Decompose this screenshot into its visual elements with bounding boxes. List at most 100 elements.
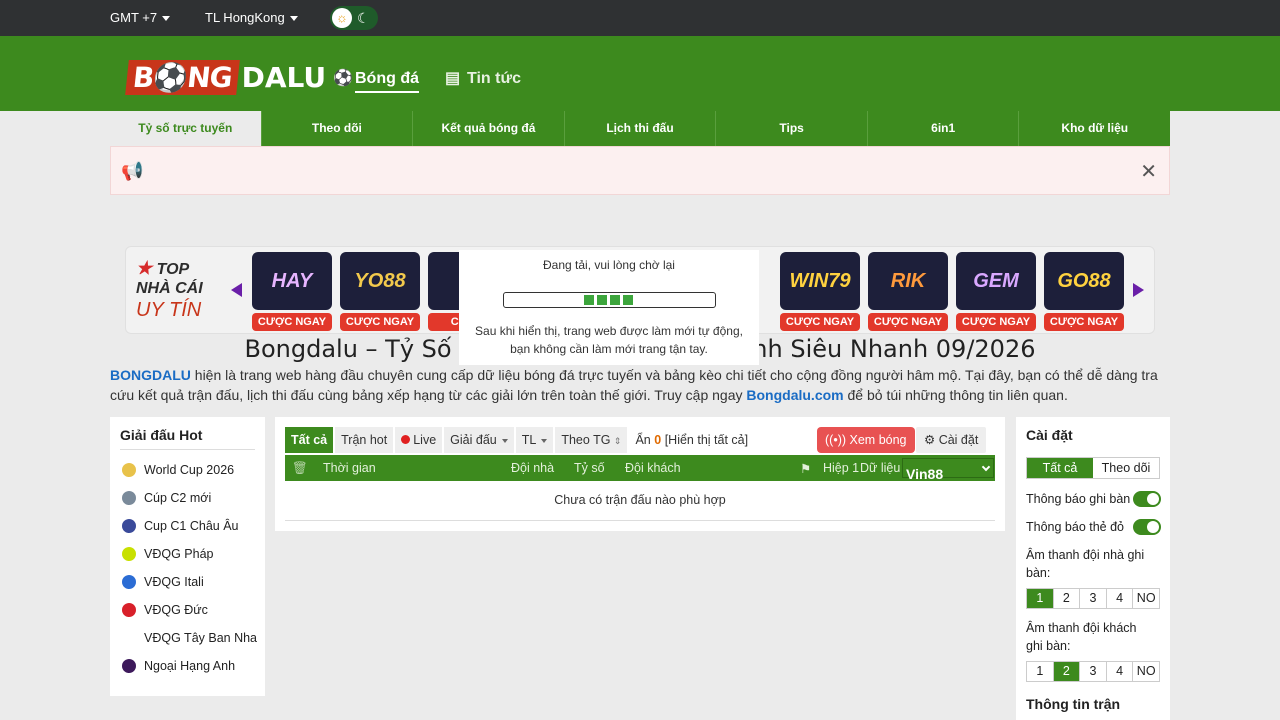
- menu-6in1[interactable]: 6in1: [867, 111, 1020, 146]
- league-item[interactable]: VĐQG Đức: [110, 596, 265, 624]
- table-header: 🗑 Thời gian Đội nhà Tỷ số Đội khách ⚑ Hi…: [285, 455, 995, 482]
- close-icon[interactable]: ✕: [1140, 159, 1157, 184]
- menu-data-store[interactable]: Kho dữ liệu: [1019, 111, 1171, 146]
- trash-icon[interactable]: 🗑: [292, 461, 308, 476]
- filter-sort[interactable]: Theo TG ⇕: [555, 427, 628, 453]
- main-menu: Tỷ số trực tuyến Theo dõi Kết quả bóng đ…: [110, 111, 1171, 146]
- theme-toggle[interactable]: ☼ ☾: [330, 6, 378, 30]
- soccer-ball-icon: ⚽: [333, 70, 353, 87]
- away-sound-option[interactable]: 3: [1080, 662, 1107, 681]
- scope-follow[interactable]: Theo dõi: [1093, 458, 1159, 478]
- league-logo-icon: [122, 547, 136, 561]
- away-sound-option[interactable]: NO: [1133, 662, 1159, 681]
- league-item[interactable]: VĐQG Pháp: [110, 540, 265, 568]
- league-name: VĐQG Tây Ban Nha: [144, 631, 258, 645]
- menu-live-scores[interactable]: Tỷ số trực tuyến: [110, 111, 262, 146]
- scope-all[interactable]: Tất cả: [1027, 458, 1093, 478]
- away-sound-option[interactable]: 4: [1107, 662, 1134, 681]
- menu-fixtures[interactable]: Lịch thi đấu: [564, 111, 717, 146]
- filter-live-label: Live: [413, 433, 437, 447]
- odds-format-label: TL HongKong: [205, 10, 285, 25]
- nav-football[interactable]: ⚽ Bóng đá: [333, 68, 419, 93]
- bookmaker-card[interactable]: RIK CƯỢC NGAY: [868, 252, 948, 331]
- card-notify-switch[interactable]: [1133, 519, 1161, 535]
- caret-down-icon: [501, 438, 508, 443]
- filter-all[interactable]: Tất cả: [285, 427, 334, 453]
- bookmaker-card[interactable]: HAY CƯỢC NGAY: [252, 252, 332, 331]
- menu-follow[interactable]: Theo dõi: [261, 111, 414, 146]
- loading-note-line2: bạn không cần làm mới trang tận tay.: [510, 342, 708, 356]
- league-name: VĐQG Itali: [144, 575, 204, 589]
- sort-icon: ⇕: [613, 436, 622, 446]
- bet-now-button[interactable]: CƯỢC NGAY: [252, 313, 332, 331]
- carousel-prev-arrow-icon[interactable]: [231, 283, 242, 297]
- site-link[interactable]: Bongdalu.com: [746, 387, 843, 403]
- bookmaker-logo: GO88: [1044, 252, 1124, 310]
- newspaper-icon: ▤: [445, 70, 461, 87]
- settings-scope-toggle: Tất cả Theo dõi: [1026, 457, 1160, 479]
- filter-tl[interactable]: TL: [515, 427, 554, 453]
- nav-news[interactable]: ▤ Tin tức: [445, 68, 521, 88]
- bookmaker-card[interactable]: GEM CƯỢC NGAY: [956, 252, 1036, 331]
- site-logo[interactable]: B⚽NG DALU: [125, 58, 326, 96]
- caret-down-icon: [289, 16, 298, 22]
- brand-link[interactable]: BONGDALU: [110, 367, 191, 383]
- away-sound-label: Âm thanh đội khách ghi bàn:: [1026, 621, 1137, 653]
- league-item[interactable]: Cup C1 Châu Âu: [110, 512, 265, 540]
- filter-live[interactable]: Live: [395, 427, 443, 453]
- bookmaker-select[interactable]: Vin88: [902, 458, 994, 482]
- bet-now-button[interactable]: CƯỢC NGAY: [340, 313, 420, 331]
- odds-format-select[interactable]: TL HongKong: [205, 10, 298, 25]
- logo-part-bong: B⚽NG: [125, 59, 240, 95]
- top-bookmakers-label: ★ TOP NHÀ CÁI UY TÍN: [136, 259, 226, 322]
- home-sound-option[interactable]: NO: [1133, 589, 1159, 608]
- filter-league[interactable]: Giải đấu: [444, 427, 514, 453]
- bet-now-button[interactable]: CƯỢC NGAY: [1044, 313, 1124, 331]
- progress-segment: [609, 295, 620, 305]
- goal-notify-switch[interactable]: [1133, 491, 1161, 507]
- league-name: Ngoại Hạng Anh: [144, 659, 236, 673]
- home-sound-option[interactable]: 3: [1080, 589, 1107, 608]
- home-sound-option[interactable]: 2: [1054, 589, 1081, 608]
- filter-hot[interactable]: Trận hot: [335, 427, 394, 453]
- league-name: Cúp C2 mới: [144, 491, 212, 505]
- card-notify-label: Thông báo thẻ đỏ: [1026, 520, 1124, 534]
- flag-icon: ⚑: [800, 462, 812, 476]
- menu-tips[interactable]: Tips: [716, 111, 868, 146]
- sun-icon: ☼: [332, 8, 352, 28]
- goal-notify-label: Thông báo ghi bàn: [1026, 492, 1131, 506]
- gear-icon: ⚙: [924, 433, 936, 447]
- away-sound-option[interactable]: 2: [1053, 662, 1081, 681]
- league-item[interactable]: Ngoại Hạng Anh: [110, 652, 265, 680]
- away-sound-option[interactable]: 1: [1027, 662, 1054, 681]
- league-item[interactable]: Cúp C2 mới: [110, 484, 265, 512]
- bet-now-button[interactable]: CƯỢC NGAY: [868, 313, 948, 331]
- league-name: Cup C1 Châu Âu: [144, 519, 239, 533]
- loading-progress-bar: [502, 292, 716, 308]
- league-item[interactable]: VĐQG Tây Ban Nha: [110, 624, 265, 652]
- menu-results[interactable]: Kết quả bóng đá: [413, 111, 565, 146]
- bookmaker-card[interactable]: YO88 CƯỢC NGAY: [340, 252, 420, 331]
- star-icon: ★: [136, 258, 153, 278]
- divider: [285, 520, 995, 521]
- watch-button[interactable]: ((•)) Xem bóng: [817, 427, 915, 453]
- bookmaker-card[interactable]: GO88 CƯỢC NGAY: [1044, 252, 1124, 331]
- top-label-line2: NHÀ CÁI: [136, 280, 203, 297]
- top-bar: GMT +7 TL HongKong ☼ ☾: [0, 0, 1280, 36]
- settings-title: Cài đặt: [1026, 427, 1073, 443]
- home-sound-option[interactable]: 1: [1027, 589, 1054, 608]
- show-all-link[interactable]: [Hiển thị tất cả]: [665, 433, 748, 447]
- league-name: World Cup 2026: [144, 463, 235, 477]
- league-item[interactable]: World Cup 2026: [110, 456, 265, 484]
- league-logo-icon: [122, 463, 136, 477]
- settings-button[interactable]: ⚙ Cài đặt: [916, 427, 987, 453]
- league-item[interactable]: VĐQG Itali: [110, 568, 265, 596]
- bookmaker-card[interactable]: WIN79 CƯỢC NGAY: [780, 252, 860, 331]
- carousel-next-arrow-icon[interactable]: [1133, 283, 1144, 297]
- timezone-select[interactable]: GMT +7: [110, 10, 171, 25]
- chevron-down-icon: [981, 462, 991, 472]
- bet-now-button[interactable]: CƯỢC NGAY: [956, 313, 1036, 331]
- home-sound-options: 1 2 3 4 NO: [1026, 588, 1160, 609]
- home-sound-option[interactable]: 4: [1107, 589, 1134, 608]
- bet-now-button[interactable]: CƯỢC NGAY: [780, 313, 860, 331]
